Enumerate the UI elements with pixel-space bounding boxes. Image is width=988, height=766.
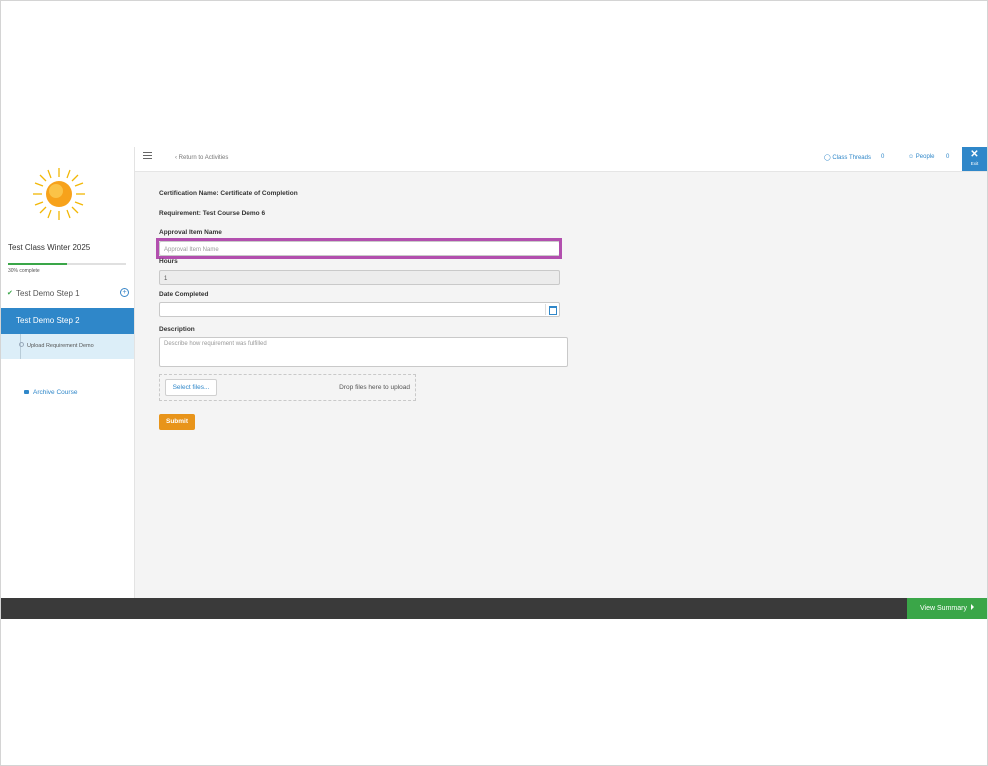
focus-highlight <box>156 238 562 259</box>
description-label: Description <box>159 326 195 333</box>
return-link[interactable]: ‹ Return to Activities <box>175 155 228 161</box>
menu-icon[interactable] <box>143 152 152 159</box>
threads-label: Class Threads <box>832 155 871 161</box>
sidebar-subitem-label: Upload Requirement Demo <box>27 343 94 349</box>
file-drop-zone[interactable]: Select files... Drop files here to uploa… <box>159 374 416 401</box>
exit-label: Exit <box>970 161 979 166</box>
sidebar-item-label: Test Demo Step 2 <box>16 316 80 325</box>
sidebar-item-label: Test Demo Step 1 <box>16 289 80 298</box>
person-icon: ☺ <box>908 154 916 160</box>
people-label: People <box>915 154 935 160</box>
checkmark-icon: ✔ <box>7 290 13 297</box>
view-summary-button[interactable]: View Summary <box>907 598 987 619</box>
calendar-icon <box>549 306 557 315</box>
exit-button[interactable]: ✕ Exit <box>962 147 987 171</box>
sidebar-item-step-1[interactable]: ✔ Test Demo Step 1 + <box>1 286 134 304</box>
return-label: Return to Activities <box>178 155 229 161</box>
view-summary-label: View Summary <box>920 605 967 612</box>
lock-icon <box>24 390 29 394</box>
calendar-button[interactable] <box>545 304 558 315</box>
class-threads-link[interactable]: ◯ Class Threads <box>824 154 871 161</box>
archive-label: Archive Course <box>33 389 78 396</box>
sun-logo-icon <box>33 168 85 220</box>
hours-label: Hours <box>159 258 178 265</box>
approval-item-label: Approval Item Name <box>159 229 222 236</box>
sidebar: Test Class Winter 2025 30% complete ✔ Te… <box>1 147 135 598</box>
class-title: Test Class Winter 2025 <box>8 243 91 252</box>
progress-text: 30% complete <box>8 268 40 274</box>
progress-bar-fill <box>8 263 67 265</box>
threads-count: 0 <box>881 154 885 160</box>
close-icon: ✕ <box>970 149 979 160</box>
top-bar: ‹ Return to Activities ◯ Class Threads 0… <box>135 147 987 172</box>
progress-bar <box>8 263 126 265</box>
sidebar-item-step-2[interactable]: Test Demo Step 2 <box>1 308 134 334</box>
expand-plus-icon[interactable]: + <box>120 288 129 297</box>
submit-button[interactable]: Submit <box>159 414 195 430</box>
certification-name: Certification Name: Certificate of Compl… <box>159 190 298 197</box>
bullet-icon <box>19 342 24 347</box>
description-textarea[interactable]: Describe how requirement was fulfilled <box>159 337 568 367</box>
people-link[interactable]: ☺ People <box>908 154 934 160</box>
hours-input[interactable]: 1 <box>159 270 560 285</box>
people-count: 0 <box>946 154 950 160</box>
main-content: Certification Name: Certificate of Compl… <box>135 172 987 598</box>
archive-course-link[interactable]: Archive Course <box>24 389 77 396</box>
sidebar-subitem-upload[interactable]: Upload Requirement Demo <box>1 334 134 359</box>
select-files-button[interactable]: Select files... <box>165 379 217 396</box>
date-completed-label: Date Completed <box>159 291 209 298</box>
caret-right-icon <box>970 604 974 610</box>
date-completed-input[interactable] <box>159 302 560 317</box>
requirement-name: Requirement: Test Course Demo 6 <box>159 210 266 217</box>
footer-bar: View Summary <box>1 598 987 619</box>
drop-files-text: Drop files here to upload <box>339 384 410 391</box>
